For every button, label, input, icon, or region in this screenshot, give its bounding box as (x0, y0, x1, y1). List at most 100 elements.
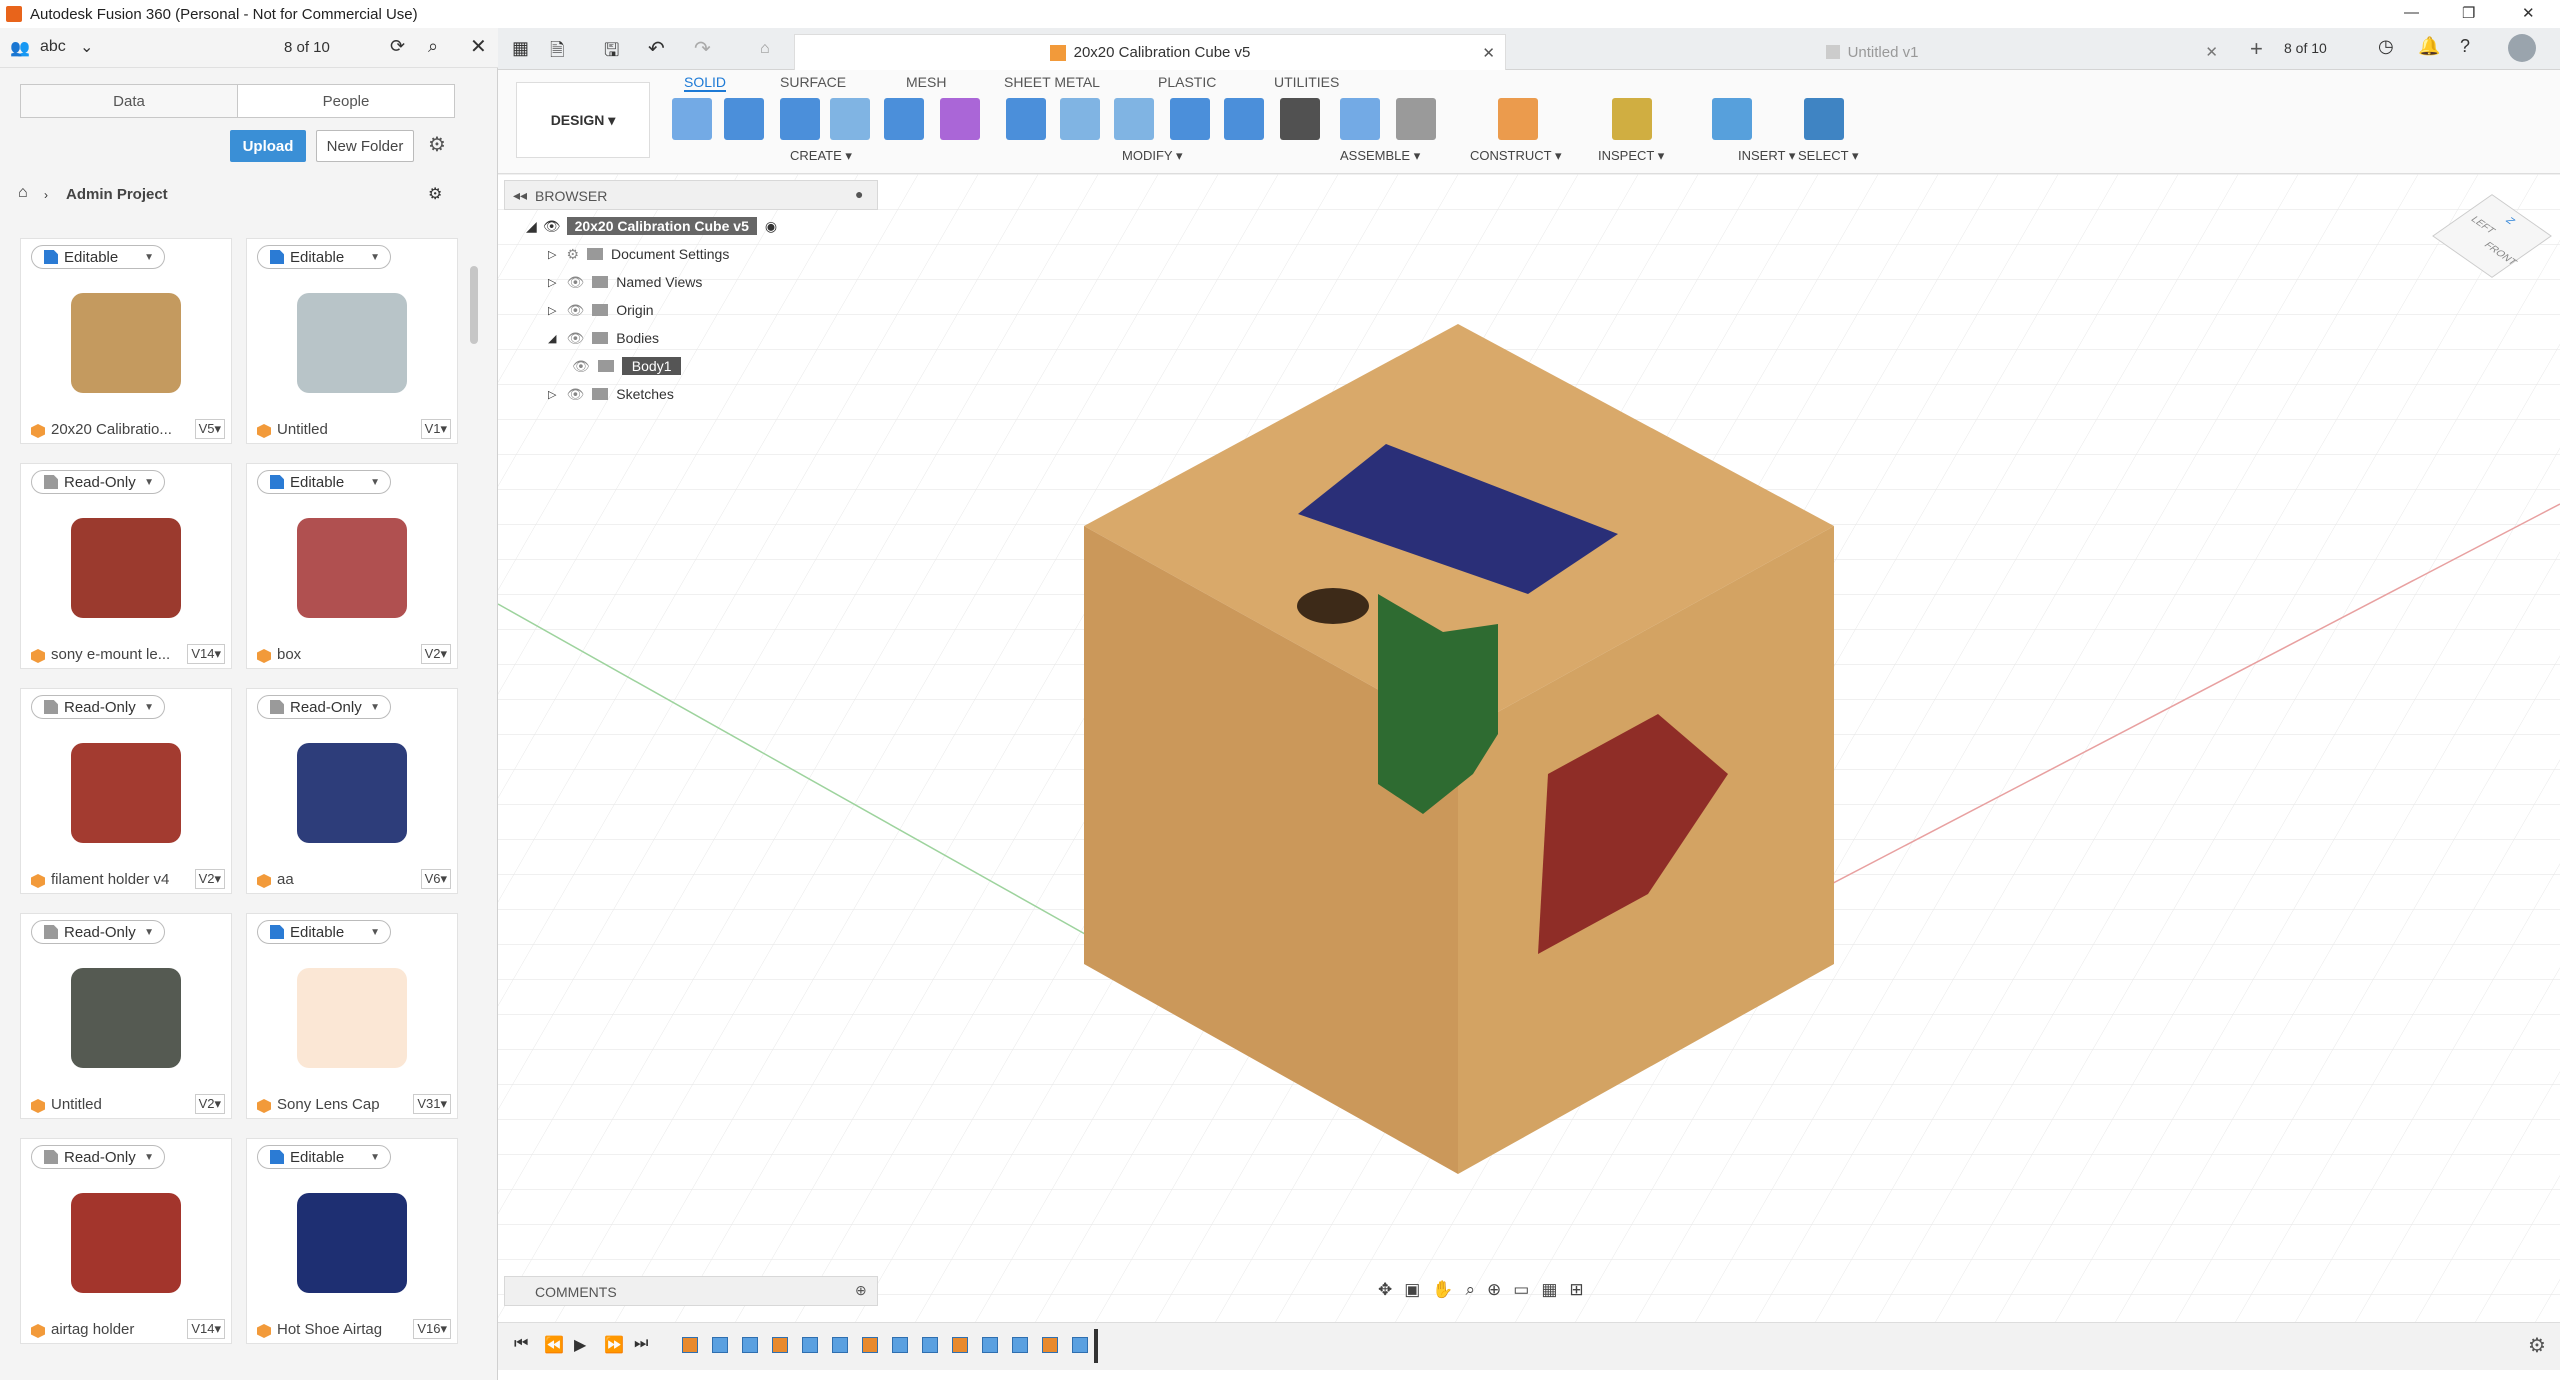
file-card[interactable]: Read-Only ▼ filament holder v4 V2▾ (20, 688, 232, 894)
new-component-icon[interactable] (1340, 98, 1380, 140)
revolve-icon[interactable] (780, 98, 820, 140)
timeline-feature-icon[interactable] (742, 1337, 758, 1353)
file-card[interactable]: Editable ▼ box V2▾ (246, 463, 458, 669)
home-tab-icon[interactable]: ⌂ (760, 40, 770, 58)
grid-settings-icon[interactable]: ▦ (1541, 1280, 1557, 1310)
help-icon[interactable]: ? (2460, 36, 2470, 57)
zoom-window-icon[interactable]: ⊕ (1487, 1280, 1501, 1310)
file-name[interactable]: Sony Lens Cap (277, 1096, 417, 1113)
avatar[interactable] (2508, 34, 2536, 62)
extrude-icon[interactable] (724, 98, 764, 140)
comments-panel[interactable]: COMMENTS ⊕ (504, 1276, 878, 1306)
file-thumbnail[interactable] (31, 948, 223, 1088)
orbit-icon[interactable]: ✥ (1378, 1280, 1392, 1310)
play-icon[interactable]: ▶ (574, 1335, 586, 1355)
notification-icon[interactable]: 🔔 (2418, 36, 2440, 57)
page-counter[interactable]: 8 of 10 (284, 39, 330, 56)
timeline-feature-icon[interactable] (952, 1337, 968, 1353)
expand-icon[interactable]: ▷ (548, 248, 556, 261)
user-name[interactable]: abc (40, 38, 66, 56)
file-thumbnail[interactable] (257, 273, 449, 413)
combine-icon[interactable] (1224, 98, 1264, 140)
last-step-icon[interactable]: ⏭ (634, 1335, 648, 1353)
file-card[interactable]: Read-Only ▼ Untitled V2▾ (20, 913, 232, 1119)
job-counter[interactable]: 8 of 10 (2284, 40, 2327, 56)
workspace-switcher[interactable]: DESIGN ▾ (516, 82, 650, 158)
browser-item-named-views[interactable]: ▷ 👁 Named Views (548, 268, 896, 296)
prev-step-icon[interactable]: ⏪ (544, 1335, 564, 1355)
display-settings-icon[interactable]: ▭ (1513, 1280, 1529, 1310)
file-name[interactable]: aa (277, 871, 417, 888)
file-name[interactable]: 20x20 Calibratio... (51, 421, 191, 438)
team-icon[interactable]: 👥 (10, 38, 30, 58)
file-name[interactable]: Hot Shoe Airtag (277, 1321, 417, 1338)
move-icon[interactable] (1280, 98, 1320, 140)
file-icon[interactable]: 🗎 (550, 38, 564, 68)
permission-badge[interactable]: Editable ▼ (31, 245, 165, 269)
browser-item-bodies[interactable]: ◢ 👁 Bodies (548, 324, 896, 352)
file-thumbnail[interactable] (257, 948, 449, 1088)
gear-icon[interactable]: ⚙ (566, 246, 579, 263)
browser-panel[interactable]: ◂◂ BROWSER ● (504, 180, 878, 210)
eye-icon[interactable]: 👁 (566, 330, 584, 347)
permission-badge[interactable]: Read-Only ▼ (31, 695, 165, 719)
timeline-feature-icon[interactable] (712, 1337, 728, 1353)
browser-item-sketches[interactable]: ▷ 👁 Sketches (548, 380, 896, 408)
pan-icon[interactable]: ✋ (1432, 1280, 1453, 1310)
file-thumbnail[interactable] (31, 498, 223, 638)
fillet-icon[interactable] (1060, 98, 1100, 140)
permission-badge[interactable]: Read-Only ▼ (257, 695, 391, 719)
eye-icon[interactable]: 👁 (566, 302, 584, 319)
toolbar-tab-mesh[interactable]: MESH (906, 74, 946, 90)
browser-root[interactable]: ◢ 👁 20x20 Calibration Cube v5 ◉ (526, 212, 896, 240)
timeline-feature-icon[interactable] (1072, 1337, 1088, 1353)
first-step-icon[interactable]: ⏮ (514, 1335, 528, 1353)
toolbar-group-select[interactable]: SELECT ▾ (1798, 148, 1858, 164)
redo-icon[interactable]: ↷ (694, 36, 711, 61)
timeline-marker[interactable] (1094, 1329, 1098, 1363)
offset-plane-icon[interactable] (1498, 98, 1538, 140)
breadcrumb[interactable]: Admin Project (66, 186, 168, 203)
minimize-icon[interactable]: — (2404, 4, 2419, 21)
viewports-icon[interactable]: ⊞ (1569, 1280, 1583, 1310)
file-thumbnail[interactable] (257, 723, 449, 863)
timeline-feature-icon[interactable] (832, 1337, 848, 1353)
toolbar-group-insert[interactable]: INSERT ▾ (1738, 148, 1795, 164)
measure-icon[interactable] (1612, 98, 1652, 140)
file-thumbnail[interactable] (31, 1173, 223, 1313)
version-badge[interactable]: V2▾ (194, 1094, 225, 1114)
file-card[interactable]: Read-Only ▼ sony e-mount le... V14▾ (20, 463, 232, 669)
file-thumbnail[interactable] (31, 273, 223, 413)
permission-badge[interactable]: Read-Only ▼ (31, 920, 165, 944)
tab-people[interactable]: People (237, 84, 455, 118)
version-badge[interactable]: V1▾ (420, 419, 451, 439)
version-badge[interactable]: V14▾ (187, 644, 225, 664)
restore-icon[interactable]: ❐ (2462, 4, 2475, 22)
file-thumbnail[interactable] (257, 498, 449, 638)
hole-icon[interactable] (830, 98, 870, 140)
file-name[interactable]: filament holder v4 (51, 871, 191, 888)
expand-icon[interactable]: ▷ (548, 304, 556, 317)
upload-button[interactable]: Upload (230, 130, 306, 162)
toolbar-tab-sheet-metal[interactable]: SHEET METAL (1004, 74, 1100, 90)
timeline-feature-icon[interactable] (772, 1337, 788, 1353)
close-tab-icon[interactable]: ✕ (1482, 44, 1495, 62)
browser-item-document-settings[interactable]: ▷ ⚙ Document Settings (548, 240, 896, 268)
file-name[interactable]: box (277, 646, 417, 663)
expand-icon[interactable]: ◢ (526, 218, 537, 235)
sketch-icon[interactable] (672, 98, 712, 140)
expand-icon[interactable]: ◢ (548, 332, 556, 345)
close-tab-icon[interactable]: ✕ (2205, 43, 2218, 61)
version-badge[interactable]: V2▾ (194, 869, 225, 889)
toolbar-tab-surface[interactable]: SURFACE (780, 74, 846, 90)
file-card[interactable]: Editable ▼ Hot Shoe Airtag V16▾ (246, 1138, 458, 1344)
toolbar-group-modify[interactable]: MODIFY ▾ (1122, 148, 1182, 164)
chevron-down-icon[interactable]: ⌄ (80, 37, 93, 57)
toolbar-tab-solid[interactable]: SOLID (684, 74, 727, 92)
insert-image-icon[interactable] (1712, 98, 1752, 140)
tab-data[interactable]: Data (20, 84, 238, 118)
tab-active-document[interactable]: 20x20 Calibration Cube v5 ✕ (794, 34, 1506, 70)
permission-badge[interactable]: Editable ▼ (257, 245, 391, 269)
browser-item-body1[interactable]: 👁 Body1 (572, 352, 896, 380)
file-card[interactable]: Read-Only ▼ aa V6▾ (246, 688, 458, 894)
